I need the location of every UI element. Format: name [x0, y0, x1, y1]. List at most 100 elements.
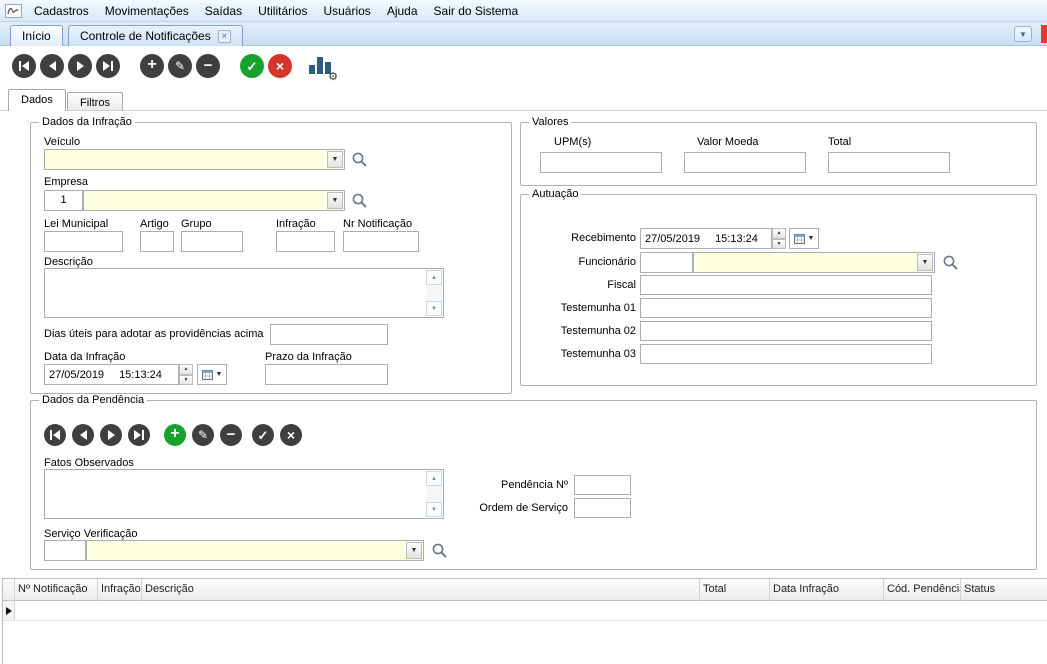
recebimento-spinner[interactable]: ▲ ▼: [772, 228, 786, 249]
pendencia-nav-first-button[interactable]: [44, 424, 66, 446]
tab-controle-notificacoes[interactable]: Controle de Notificações ×: [68, 25, 243, 46]
empresa-code-field[interactable]: 1: [44, 190, 83, 211]
fatos-observados-textarea[interactable]: ▲ ▼: [44, 469, 444, 519]
descricao-textarea[interactable]: ▲ ▼: [44, 268, 444, 318]
empresa-search-icon[interactable]: [350, 192, 368, 210]
descricao-scrollbar[interactable]: ▲ ▼: [426, 270, 442, 316]
grid-header-cod-pendencia[interactable]: Cód. Pendência: [884, 579, 961, 601]
servico-search-icon[interactable]: [430, 542, 448, 560]
valor-moeda-label: Valor Moeda: [697, 136, 759, 148]
pendencia-nav-prev-button[interactable]: [72, 424, 94, 446]
pendencia-cancel-button[interactable]: ×: [280, 424, 302, 446]
menu-utilitarios[interactable]: Utilitários: [250, 1, 315, 21]
next-record-icon: [77, 61, 84, 71]
notificacoes-grid[interactable]: Nº Notificação Infração Descrição Total …: [2, 578, 1047, 664]
artigo-field[interactable]: [140, 231, 174, 252]
pendencia-confirm-button[interactable]: ✓: [252, 424, 274, 446]
pendencia-nav-last-button[interactable]: [128, 424, 150, 446]
servico-verificacao-combo[interactable]: ▼: [86, 540, 424, 561]
funcionario-combo[interactable]: ▼: [693, 252, 935, 273]
fiscal-field[interactable]: [640, 275, 932, 295]
ordem-servico-field[interactable]: [574, 498, 631, 518]
dropdown-arrow-icon[interactable]: ▼: [406, 542, 422, 559]
servico-code-field[interactable]: [44, 540, 86, 561]
pendencia-nav-next-button[interactable]: [100, 424, 122, 446]
recebimento-datetime-field[interactable]: 27/05/2019 15:13:24: [640, 228, 772, 249]
veiculo-combo[interactable]: ▼: [44, 149, 345, 170]
nr-notificacao-field[interactable]: [343, 231, 419, 252]
scroll-up-icon[interactable]: ▲: [426, 471, 442, 486]
menu-usuarios[interactable]: Usuários: [315, 1, 378, 21]
nav-next-button[interactable]: [68, 54, 92, 78]
spin-down-icon[interactable]: ▼: [772, 239, 786, 250]
testemunha-03-field[interactable]: [640, 344, 932, 364]
menu-cadastros[interactable]: Cadastros: [26, 1, 97, 21]
prazo-infracao-field[interactable]: [265, 364, 388, 385]
grid-header-total[interactable]: Total: [700, 579, 770, 601]
data-infracao-datetime-field[interactable]: 27/05/2019 15:13:24: [44, 364, 179, 385]
pendencia-delete-button[interactable]: −: [220, 424, 242, 446]
fatos-scrollbar[interactable]: ▲ ▼: [426, 471, 442, 517]
grid-header-status[interactable]: Status: [961, 579, 1047, 601]
nav-first-button[interactable]: [12, 54, 36, 78]
dropdown-arrow-icon[interactable]: ▼: [917, 254, 933, 271]
funcionario-search-icon[interactable]: [941, 254, 959, 272]
chart-report-button[interactable]: ⚙: [306, 52, 336, 80]
pendencia-add-button[interactable]: +: [164, 424, 186, 446]
tab-inicio[interactable]: Início: [10, 25, 63, 46]
tab-filtros[interactable]: Filtros: [67, 92, 123, 110]
grupo-field[interactable]: [181, 231, 243, 252]
first-record-icon: [19, 61, 21, 71]
tab-options-button[interactable]: ▼: [1014, 26, 1032, 42]
grid-current-row[interactable]: [15, 601, 1047, 621]
edit-record-button[interactable]: ✎: [168, 54, 192, 78]
x-icon: ×: [287, 428, 295, 442]
menu-sair-do-sistema[interactable]: Sair do Sistema: [426, 1, 527, 21]
scroll-down-icon[interactable]: ▼: [426, 301, 442, 316]
tab-close-icon[interactable]: ×: [218, 30, 231, 43]
data-infracao-time: 15:13:24: [119, 369, 162, 381]
confirm-button[interactable]: ✓: [240, 54, 264, 78]
tab-dados[interactable]: Dados: [8, 89, 66, 111]
veiculo-search-icon[interactable]: [350, 151, 368, 169]
menu-saidas[interactable]: Saídas: [197, 1, 250, 21]
recebimento-calendar-button[interactable]: ▼: [789, 228, 819, 249]
cancel-button[interactable]: ×: [268, 54, 292, 78]
last-record-icon: [142, 430, 144, 440]
grid-header-infracao[interactable]: Infração: [98, 579, 142, 601]
calendar-icon: [794, 233, 805, 244]
scroll-up-icon[interactable]: ▲: [426, 270, 442, 285]
pendencia-edit-button[interactable]: ✎: [192, 424, 214, 446]
lei-municipal-field[interactable]: [44, 231, 123, 252]
funcionario-code-field[interactable]: [640, 252, 693, 273]
grid-header-descricao[interactable]: Descrição: [142, 579, 700, 601]
pendencia-numero-field[interactable]: [574, 475, 631, 495]
menu-ajuda[interactable]: Ajuda: [379, 1, 426, 21]
add-record-button[interactable]: +: [140, 54, 164, 78]
spin-up-icon[interactable]: ▲: [179, 364, 193, 375]
menu-movimentacoes[interactable]: Movimentações: [97, 1, 197, 21]
delete-record-button[interactable]: −: [196, 54, 220, 78]
testemunha-01-field[interactable]: [640, 298, 932, 318]
grid-header-nr-notificacao[interactable]: Nº Notificação: [15, 579, 98, 601]
spin-up-icon[interactable]: ▲: [772, 228, 786, 239]
testemunha-02-field[interactable]: [640, 321, 932, 341]
upm-field[interactable]: [540, 152, 662, 173]
grid-header-data-infracao[interactable]: Data Infração: [770, 579, 884, 601]
dropdown-arrow-icon[interactable]: ▼: [327, 192, 343, 209]
dropdown-arrow-icon[interactable]: ▼: [327, 151, 343, 168]
pencil-icon: ✎: [198, 429, 208, 441]
infracao-field[interactable]: [276, 231, 335, 252]
data-infracao-calendar-button[interactable]: ▼: [197, 364, 227, 385]
valor-moeda-field[interactable]: [684, 152, 806, 173]
spin-down-icon[interactable]: ▼: [179, 375, 193, 386]
nav-last-button[interactable]: [96, 54, 120, 78]
empresa-combo[interactable]: ▼: [83, 190, 345, 211]
data-infracao-spinner[interactable]: ▲ ▼: [179, 364, 193, 385]
total-field[interactable]: [828, 152, 950, 173]
data-infracao-date: 27/05/2019: [49, 369, 104, 381]
dias-uteis-field[interactable]: [270, 324, 388, 345]
nav-prev-button[interactable]: [40, 54, 64, 78]
upm-label: UPM(s): [554, 136, 591, 148]
scroll-down-icon[interactable]: ▼: [426, 502, 442, 517]
